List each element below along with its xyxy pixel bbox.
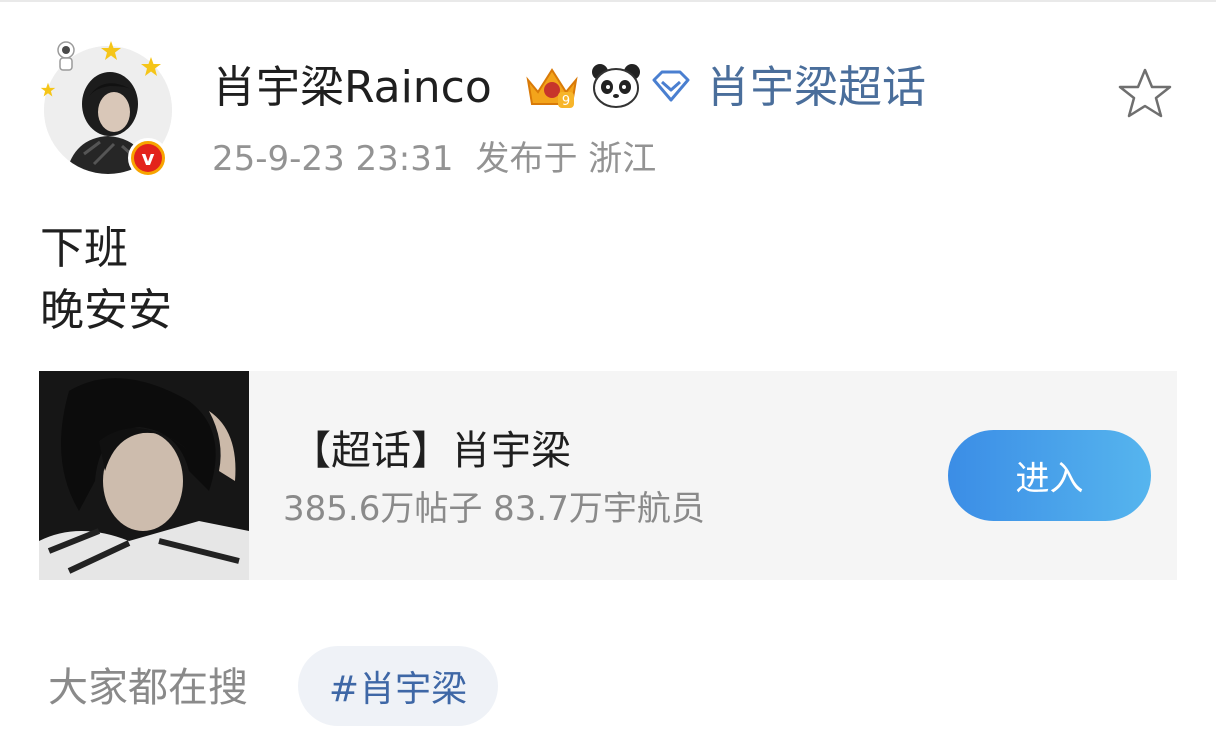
supertopic-title: 【超话】肖宇梁: [291, 428, 571, 474]
avatar-container[interactable]: v: [36, 34, 176, 180]
star-decoration-3: [40, 82, 56, 97]
post-body: 下班 晚安安: [40, 218, 172, 342]
favorite-star-icon[interactable]: [1116, 66, 1174, 122]
star-decoration: [101, 41, 121, 60]
enter-button[interactable]: 进入: [948, 430, 1151, 521]
post-meta: 25-9-23 23:31 发布于 浙江: [212, 136, 656, 182]
supertopic-card[interactable]: 【超话】肖宇梁 385.6万帖子 83.7万宇航员 进入: [39, 371, 1177, 580]
diamond-icon: [652, 70, 690, 102]
panda-icon: [592, 64, 640, 108]
svg-text:9: 9: [562, 94, 570, 109]
crown-icon[interactable]: 9: [522, 62, 582, 112]
verified-v-icon: v: [128, 138, 168, 178]
search-tag-pill[interactable]: #肖宇梁: [298, 646, 498, 726]
post-text-line: 晚安安: [40, 285, 172, 336]
post-text-line: 下班: [40, 223, 128, 274]
supertopic-link[interactable]: 肖宇梁超话: [706, 58, 926, 118]
post-location: 发布于 浙江: [475, 139, 657, 179]
supertopic-stats: 385.6万帖子 83.7万宇航员: [283, 489, 705, 529]
post-timestamp: 25-9-23 23:31: [212, 139, 454, 179]
supertopic-thumbnail: [39, 371, 249, 580]
star-decoration-2: [141, 57, 161, 76]
top-divider: [0, 0, 1216, 2]
trending-search-label: 大家都在搜: [48, 665, 248, 711]
username[interactable]: 肖宇梁Rainco: [212, 58, 492, 118]
